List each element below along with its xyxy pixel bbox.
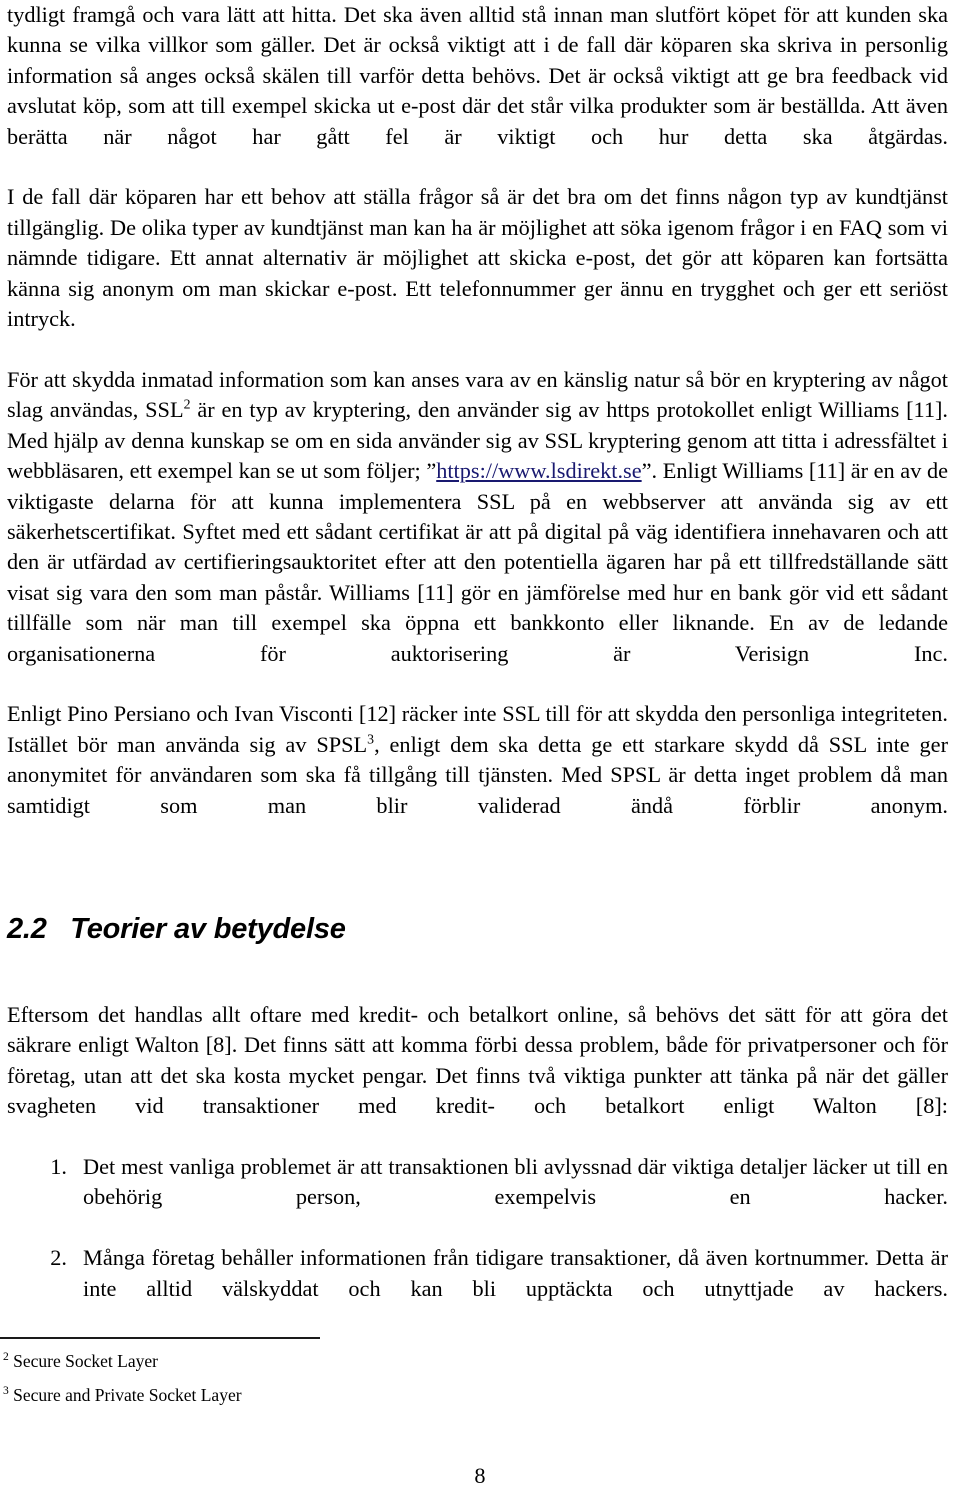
list-item: 2. Många företag behåller informationen … — [7, 1243, 948, 1334]
section-intro-text: Eftersom det handlas allt oftare med kre… — [7, 1002, 948, 1119]
section-heading-2-2: 2.2 Teorier av betydelse — [7, 913, 346, 945]
footnote-separator-rule — [0, 1337, 320, 1339]
list-item-marker: 2. — [50, 1245, 67, 1271]
paragraph-1-text: tydligt framgå och vara lätt att hitta. … — [7, 2, 948, 149]
paragraph-1: tydligt framgå och vara lätt att hitta. … — [7, 0, 948, 182]
list-item-marker: 1. — [50, 1154, 67, 1179]
paragraph-3-text-c: ”. Enligt Williams [11] är en av de vikt… — [7, 458, 948, 666]
paragraph-3: För att skydda inmatad information som k… — [7, 365, 948, 699]
main-text-flow: tydligt framgå och vara lätt att hitta. … — [7, 0, 948, 851]
numbered-list: 1. Det mest vanliga problemet är att tra… — [7, 1152, 948, 1334]
document-page: tydligt framgå och vara lätt att hitta. … — [0, 0, 960, 1508]
paragraph-4: Enligt Pino Persiano och Ivan Visconti [… — [7, 699, 948, 851]
lsdirekt-link[interactable]: https://www.lsdirekt.se — [436, 458, 641, 483]
page-number: 8 — [474, 1463, 486, 1488]
list-item-text: Det mest vanliga problemet är att transa… — [83, 1154, 948, 1210]
footnote-2-text: Secure Socket Layer — [8, 1351, 158, 1371]
section-intro-paragraph-block: Eftersom det handlas allt oftare med kre… — [7, 1000, 948, 1152]
footnote-2: 2 Secure Socket Layer — [3, 1348, 603, 1374]
footnote-area: 2 Secure Socket Layer 3 Secure and Priva… — [3, 1348, 603, 1416]
footnote-3-text: Secure and Private Socket Layer — [8, 1385, 242, 1405]
footnote-3: 3 Secure and Private Socket Layer — [3, 1382, 603, 1408]
section-intro-paragraph: Eftersom det handlas allt oftare med kre… — [7, 1000, 948, 1152]
paragraph-2: I de fall där köparen har ett behov att … — [7, 182, 948, 364]
list-item-text: Många företag behåller informationen frå… — [83, 1245, 948, 1301]
list-item: 1. Det mest vanliga problemet är att tra… — [7, 1152, 948, 1243]
paragraph-2-text: I de fall där köparen har ett behov att … — [7, 184, 948, 332]
